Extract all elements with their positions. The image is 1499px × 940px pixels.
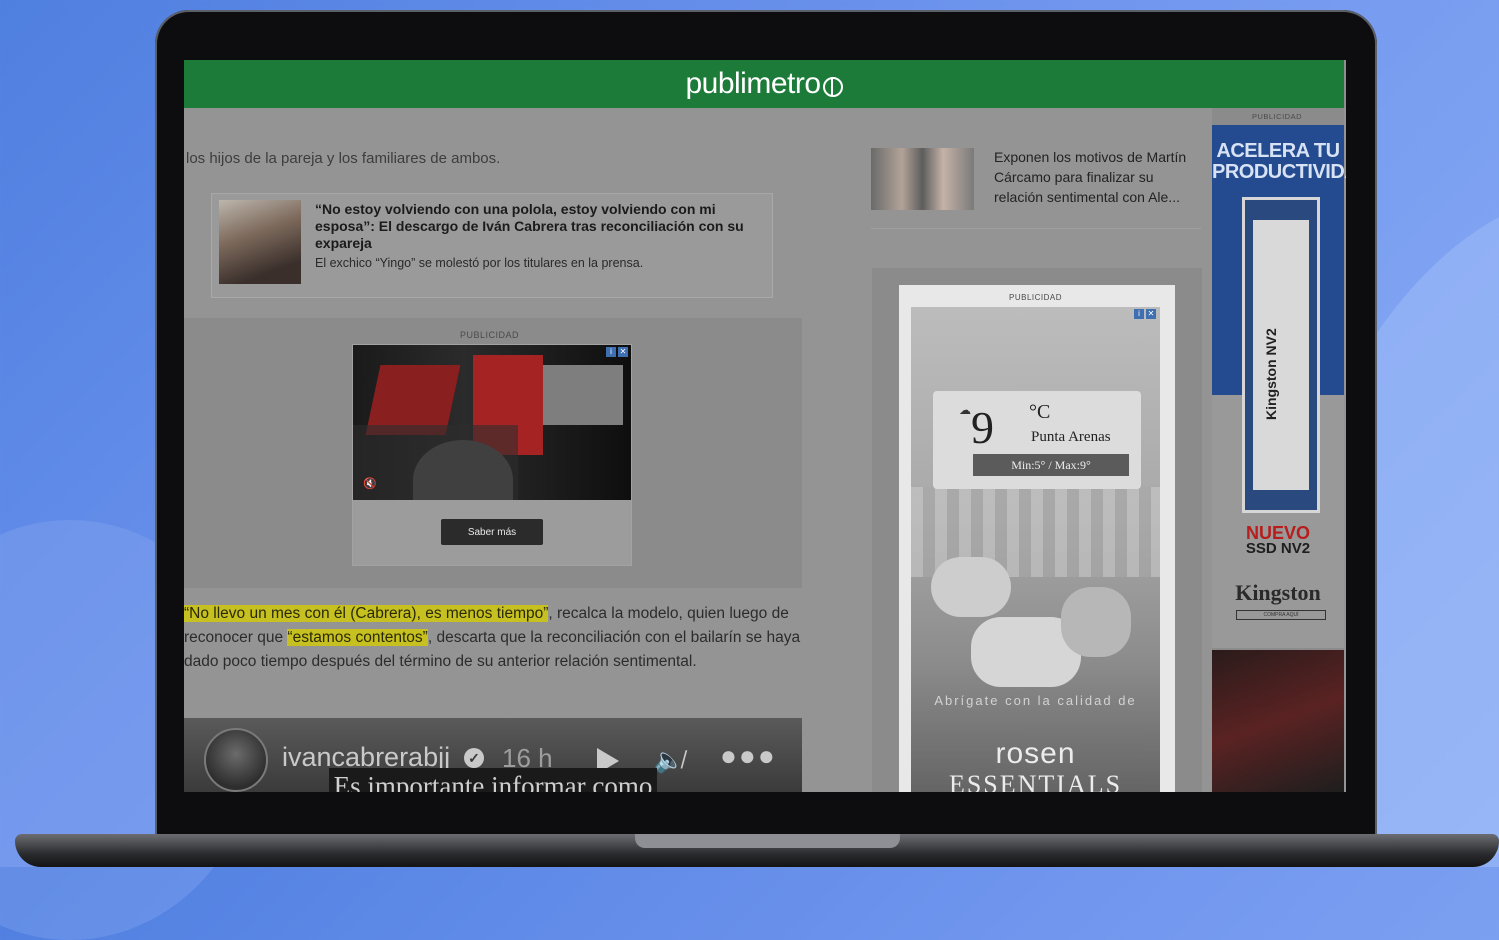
brand-name: rosen [995, 737, 1076, 770]
product-label: Kingston NV2 [1263, 328, 1279, 420]
weather-temperature: 9 [971, 402, 994, 453]
ad-label: PUBLICIDAD [1252, 112, 1303, 121]
volume-mute-icon[interactable]: 🔈̸ [654, 746, 684, 775]
verified-icon: ✓ [464, 748, 484, 768]
weather-widget: ☁ 9 °C Punta Arenas Min:5° / Max:9° [933, 391, 1141, 489]
ad-label: PUBLICIDAD [1009, 293, 1063, 302]
story-caption: Es importante informar como corresponde,… [329, 768, 657, 792]
quote-highlight: “No llevo un mes con él (Cabrera), es me… [184, 605, 549, 622]
sidebar-related-title[interactable]: Exponen los motivos de Martín Cárcamo pa… [994, 147, 1199, 207]
browser-screen: publimetro los hijos de la pareja y los … [184, 60, 1346, 792]
ad-photo[interactable]: ☁ 9 °C Punta Arenas Min:5° / Max:9° Abrí… [911, 307, 1160, 792]
weather-icon: ☁ [959, 403, 971, 417]
quote-highlight: “estamos contentos” [287, 629, 428, 646]
brand-name-secondary: ESSENTIALS [948, 770, 1123, 792]
logo-text: publimetro [685, 67, 821, 100]
video-ad-container: PUBLICIDAD i ✕ 🔇 Saber más [184, 318, 802, 588]
more-icon[interactable]: ●●● [720, 740, 777, 772]
kingston-ad-container: PUBLICIDAD ACELERA TU PRODUCTIVIDAD King… [1212, 108, 1346, 792]
avatar[interactable] [204, 728, 268, 792]
instagram-story-embed[interactable]: ivancabrerabjj ✓ 16 h 🔈̸ ●●● Es importan… [184, 718, 802, 792]
laptop-base-notch [635, 834, 900, 848]
ad-label: PUBLICIDAD [460, 330, 520, 340]
kingston-logo: Kingston [1235, 580, 1321, 605]
weather-city: Punta Arenas [1031, 429, 1111, 445]
page-overlay: los hijos de la pareja y los familiares … [184, 108, 1346, 792]
ad-close-icon[interactable]: ✕ [618, 347, 628, 357]
ad-close-icon[interactable]: ✕ [1146, 309, 1156, 319]
site-logo[interactable]: publimetro [685, 67, 843, 101]
weather-ad-container: PUBLICIDAD ☁ 9 °C Punta Arenas Min:5° / … [872, 268, 1202, 792]
saber-mas-button[interactable]: Saber más [441, 519, 543, 545]
site-header: publimetro [184, 60, 1344, 108]
kingston-ad[interactable]: ACELERA TU PRODUCTIVIDAD Kingston NV2 NU… [1212, 125, 1346, 648]
mute-icon[interactable]: 🔇 [363, 478, 377, 490]
related-article-card[interactable]: “No estoy volviendo con una polola, esto… [211, 193, 773, 298]
article-cut-line: los hijos de la pareja y los familiares … [186, 150, 501, 167]
related-article-thumbnail[interactable] [219, 200, 301, 284]
ad-video[interactable]: i ✕ 🔇 [353, 345, 631, 500]
weather-minmax: Min:5° / Max:9° [973, 454, 1129, 476]
related-article-title[interactable]: “No estoy volviendo con una polola, esto… [315, 201, 765, 252]
ssd-image: Kingston NV2 [1242, 197, 1320, 513]
globe-icon [822, 77, 843, 97]
weather-unit: °C [1029, 401, 1051, 423]
secondary-ad-image[interactable] [1212, 650, 1344, 792]
video-ad-frame: i ✕ 🔇 Saber más [352, 344, 632, 566]
ad-headline: ACELERA TU PRODUCTIVIDAD [1212, 140, 1346, 183]
ad-tagline: Abrígate con la calidad de [934, 693, 1137, 708]
article-paragraph: “No llevo un mes con él (Cabrera), es me… [184, 602, 804, 674]
related-article-subtitle: El exchico “Yingo” se molestó por los ti… [315, 256, 644, 270]
ad-info-icon[interactable]: i [1134, 309, 1144, 319]
buy-button[interactable]: COMPRA AQUÍ [1236, 610, 1326, 620]
ad-choices[interactable]: i ✕ [1134, 309, 1156, 319]
sidebar-related-thumbnail[interactable] [871, 148, 974, 210]
sidebar-related-article[interactable]: Exponen los motivos de Martín Cárcamo pa… [871, 148, 1201, 229]
ad-choices[interactable]: i ✕ [606, 347, 628, 357]
ad-info-icon[interactable]: i [606, 347, 616, 357]
nuevo-label: NUEVO SSD NV2 [1245, 523, 1311, 557]
weather-ad[interactable]: PUBLICIDAD ☁ 9 °C Punta Arenas Min:5° / … [899, 285, 1175, 792]
